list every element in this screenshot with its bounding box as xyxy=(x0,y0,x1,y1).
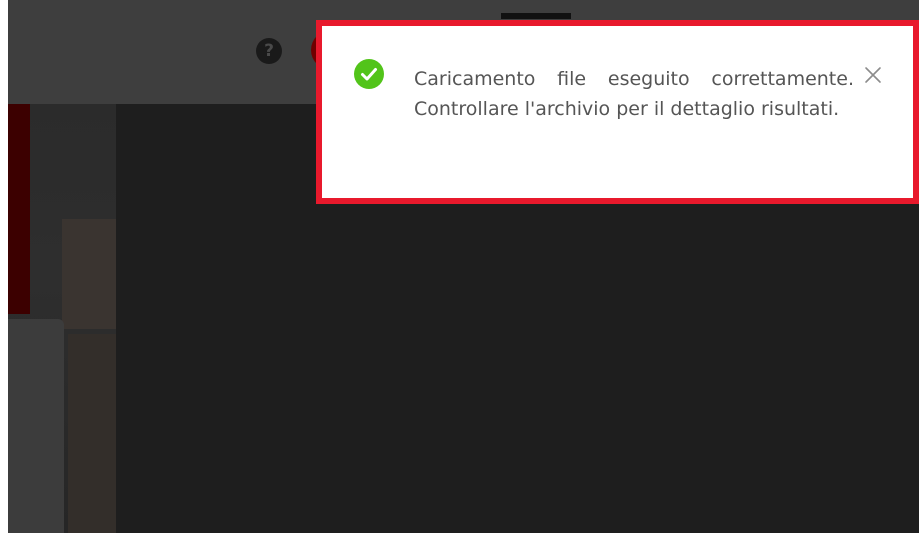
background-image xyxy=(8,104,116,533)
background-box xyxy=(62,219,116,329)
help-icon[interactable]: ? xyxy=(256,38,282,64)
side-panel xyxy=(8,319,64,533)
close-icon[interactable] xyxy=(862,64,884,86)
background-red-curtain xyxy=(8,104,30,314)
app-window: ? Caricamento file eseguito correttament… xyxy=(0,0,919,533)
window-edge xyxy=(0,0,8,533)
notification-message: Caricamento file eseguito correttamente.… xyxy=(414,68,854,120)
check-circle-icon xyxy=(354,59,384,89)
header-tab-indicator xyxy=(501,13,571,19)
background-box xyxy=(68,334,116,533)
success-notification: Caricamento file eseguito correttamente.… xyxy=(316,20,919,204)
